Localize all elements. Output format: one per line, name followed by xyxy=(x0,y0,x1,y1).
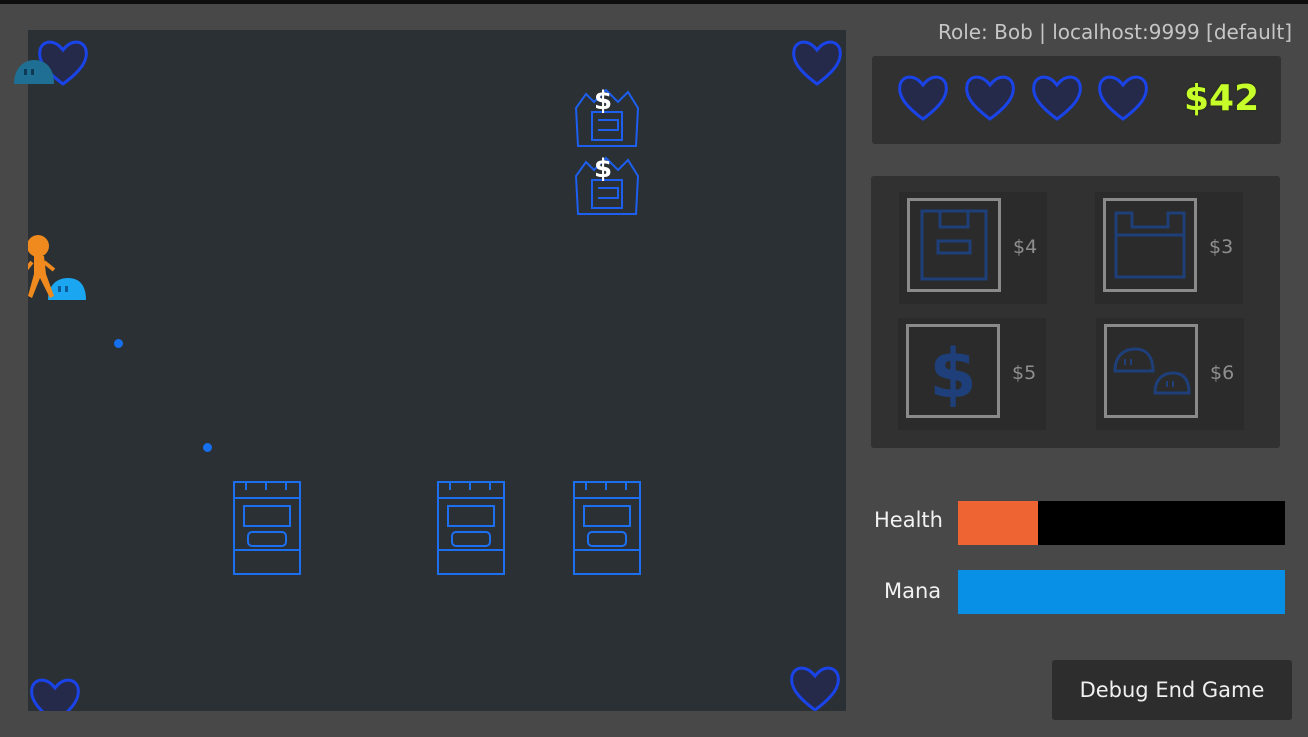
corner-heart-icon xyxy=(790,666,840,711)
shop-item-slime[interactable]: $6 xyxy=(1096,318,1244,430)
health-bar-fill xyxy=(958,501,1039,545)
shop-item-frame xyxy=(1104,324,1198,418)
shop-item-price: $5 xyxy=(1012,362,1037,384)
money-tower-symbol: $ xyxy=(594,154,613,184)
svg-text:$: $ xyxy=(929,335,976,414)
mana-bar xyxy=(958,570,1285,614)
money-tower-symbol: $ xyxy=(594,86,613,116)
defense-tower[interactable] xyxy=(232,480,302,576)
wall-tower-icon xyxy=(920,209,988,281)
health-label: Health xyxy=(874,508,943,532)
corner-heart-icon xyxy=(792,40,842,86)
money-tower[interactable]: $ xyxy=(572,86,642,152)
life-heart-icon xyxy=(1098,75,1148,121)
shop-item-price: $6 xyxy=(1210,362,1235,384)
shop-item-wall-tower[interactable]: $4 xyxy=(899,192,1047,304)
game-board[interactable]: $ $ xyxy=(28,30,846,711)
window-top-edge xyxy=(0,0,1308,4)
health-bar xyxy=(958,501,1285,545)
shop-item-frame: $ xyxy=(906,324,1000,418)
shop-item-open-crate-tower[interactable]: $3 xyxy=(1095,192,1243,304)
defense-tower[interactable] xyxy=(436,480,506,576)
money-tower[interactable]: $ xyxy=(572,154,642,220)
life-heart-icon xyxy=(965,75,1015,121)
shop-item-frame xyxy=(907,198,1001,292)
player-character xyxy=(28,235,56,298)
shop-item-money-tower[interactable]: $ $5 xyxy=(898,318,1046,430)
projectile xyxy=(114,339,123,348)
money-counter: $42 xyxy=(1184,78,1260,119)
life-heart-icon xyxy=(1032,75,1082,121)
defense-tower[interactable] xyxy=(572,480,642,576)
corner-heart-icon xyxy=(30,678,80,711)
dollar-icon: $ xyxy=(929,335,976,414)
shop-item-price: $4 xyxy=(1013,236,1038,258)
life-heart-icon xyxy=(898,75,948,121)
mana-label: Mana xyxy=(884,579,942,603)
shop-item-price: $3 xyxy=(1209,236,1234,258)
role-connection-label: Role: Bob | localhost:9999 [default] xyxy=(937,20,1292,44)
debug-end-game-button[interactable]: Debug End Game xyxy=(1052,660,1292,720)
shop-item-frame xyxy=(1103,198,1197,292)
projectile xyxy=(203,443,212,452)
open-crate-tower-icon xyxy=(1114,211,1186,279)
mana-bar-fill xyxy=(958,570,1285,614)
slime-pair-icon xyxy=(1113,347,1191,395)
slime-enemy xyxy=(14,60,54,84)
